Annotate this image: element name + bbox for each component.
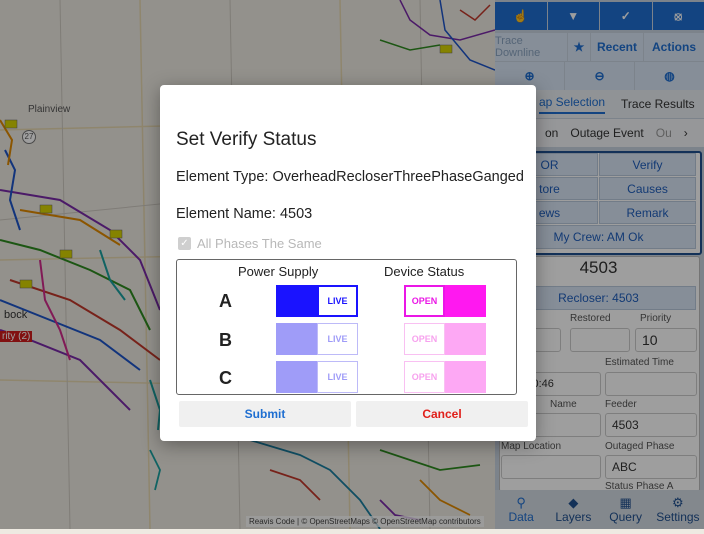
phase-c-device-value: OPEN (404, 361, 445, 393)
phase-c-label: C (219, 368, 232, 389)
phase-b-power-toggle[interactable]: LIVE (276, 323, 358, 355)
phase-a-power-toggle[interactable]: LIVE (276, 285, 358, 317)
phase-a-label: A (219, 291, 232, 312)
toggle-fill (445, 361, 486, 393)
phase-b-power-value: LIVE (317, 323, 358, 355)
phase-c-power-value: LIVE (317, 361, 358, 393)
toggle-fill (445, 323, 486, 355)
power-supply-header: Power Supply (238, 264, 318, 279)
toggle-fill (276, 361, 317, 393)
phase-b-label: B (219, 330, 232, 351)
phase-c-power-toggle[interactable]: LIVE (276, 361, 358, 393)
element-type-text: Element Type: OverheadRecloserThreePhase… (176, 169, 524, 185)
all-phases-same-label: All Phases The Same (197, 236, 322, 251)
phase-a-power-value: LIVE (317, 285, 358, 317)
phase-c-device-toggle[interactable]: OPEN (404, 361, 486, 393)
dialog-title: Set Verify Status (176, 129, 316, 151)
phase-a-device-toggle[interactable]: OPEN (404, 285, 486, 317)
element-name-text: Element Name: 4503 (176, 206, 312, 222)
all-phases-same-checkbox[interactable]: ✓ All Phases The Same (178, 236, 322, 251)
device-status-header: Device Status (384, 264, 464, 279)
phase-status-table: Power Supply Device Status A LIVE OPEN B… (176, 259, 517, 395)
toggle-fill (445, 285, 486, 317)
toggle-fill (276, 323, 317, 355)
phase-a-device-value: OPEN (404, 285, 445, 317)
submit-button[interactable]: Submit (179, 401, 351, 427)
phase-b-device-value: OPEN (404, 323, 445, 355)
cancel-button[interactable]: Cancel (356, 401, 528, 427)
set-verify-status-dialog: Set Verify Status Element Type: Overhead… (160, 85, 536, 441)
toggle-fill (276, 285, 317, 317)
phase-b-device-toggle[interactable]: OPEN (404, 323, 486, 355)
checkbox-check-icon: ✓ (178, 237, 191, 250)
